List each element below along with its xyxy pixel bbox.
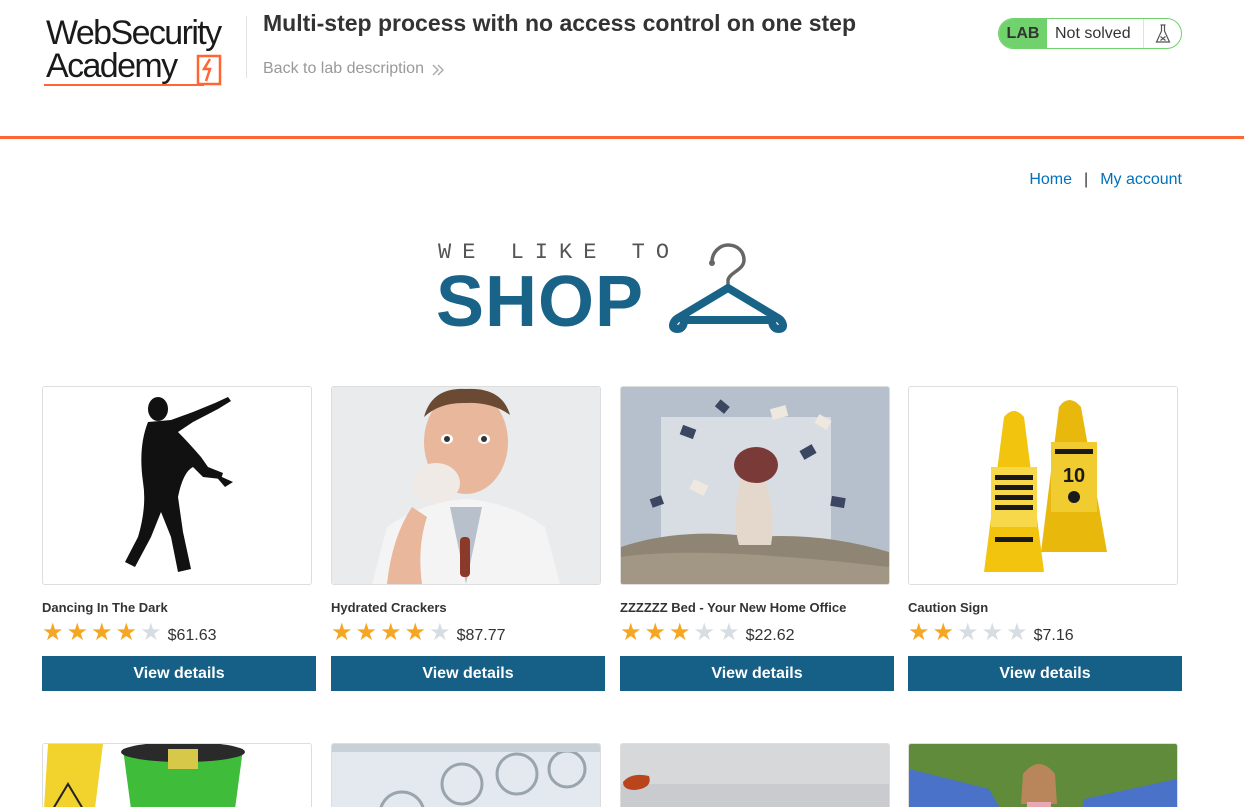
- svg-text:10: 10: [1063, 465, 1085, 487]
- flask-icon: [1143, 19, 1181, 48]
- product-rating-row: ★ ★ ★ ★ ★ $22.62: [620, 620, 894, 646]
- star-icon: ★: [91, 619, 113, 646]
- star-icon: ★: [669, 619, 691, 646]
- logo-underline: [44, 84, 204, 86]
- lab-header: WebSecurity Academy Multi-step process w…: [0, 0, 1244, 139]
- star-rating: ★ ★ ★ ★ ★: [908, 621, 1028, 645]
- product-name: Hydrated Crackers: [331, 600, 447, 615]
- product-name: ZZZZZZ Bed - Your New Home Office: [620, 600, 847, 615]
- product-name: Caution Sign: [908, 600, 989, 615]
- lab-badge: LAB: [999, 19, 1047, 48]
- product-rating-row: ★ ★ ★ ★ ★ $61.63: [42, 620, 316, 646]
- product-card: Dancing In The Dark ★ ★ ★ ★ ★ $61.63 Vie…: [42, 386, 316, 691]
- lab-status-widget: LAB Not solved: [998, 18, 1182, 49]
- star-icon: ★: [932, 619, 955, 646]
- star-icon: ★: [42, 619, 64, 646]
- star-empty-icon: ★: [718, 619, 740, 646]
- top-nav: Home | My account: [1029, 171, 1182, 189]
- star-empty-icon: ★: [429, 619, 451, 646]
- star-icon: ★: [644, 619, 667, 646]
- nav-separator: |: [1084, 171, 1089, 188]
- star-icon: ★: [331, 619, 353, 646]
- product-card: [42, 743, 316, 807]
- product-image-man-eating[interactable]: [331, 386, 601, 585]
- back-to-lab-description-link[interactable]: Back to lab description: [263, 60, 444, 78]
- star-icon: ★: [355, 619, 378, 646]
- back-link-label: Back to lab description: [263, 60, 424, 77]
- product-card: 10 Caution Sign ★ ★ ★ ★ ★ $7.16 View det…: [908, 386, 1182, 691]
- product-image-girl-on-grass[interactable]: [908, 743, 1178, 807]
- product-price: $7.16: [1033, 627, 1074, 644]
- web-security-academy-logo[interactable]: WebSecurity Academy: [44, 14, 244, 90]
- star-empty-icon: ★: [693, 619, 716, 646]
- product-image-grey-surface[interactable]: [620, 743, 890, 807]
- lab-status-text: Not solved: [1055, 24, 1131, 42]
- header-divider: [246, 16, 247, 78]
- product-card: Hydrated Crackers ★ ★ ★ ★ ★ $87.77 View …: [331, 386, 605, 691]
- view-details-button[interactable]: View details: [42, 656, 316, 691]
- shop-banner: WE LIKE TO SHOP: [436, 240, 796, 340]
- product-card: ZZZZZZ Bed - Your New Home Office ★ ★ ★ …: [620, 386, 894, 691]
- star-rating: ★ ★ ★ ★ ★: [331, 621, 451, 645]
- view-details-button[interactable]: View details: [908, 656, 1182, 691]
- star-rating: ★ ★ ★ ★ ★: [620, 621, 740, 645]
- lab-title: Multi-step process with no access contro…: [263, 10, 856, 36]
- star-icon: ★: [404, 619, 427, 646]
- product-price: $22.62: [745, 627, 795, 644]
- nav-my-account-link[interactable]: My account: [1100, 171, 1182, 189]
- logo-text-line2: Academy: [46, 47, 178, 85]
- star-empty-icon: ★: [981, 619, 1004, 646]
- view-details-button[interactable]: View details: [331, 656, 605, 691]
- star-icon: ★: [66, 619, 89, 646]
- product-image-laundromat[interactable]: [331, 743, 601, 807]
- product-image-caution-signs[interactable]: 10: [908, 386, 1178, 585]
- logo-bolt-icon: [196, 54, 222, 86]
- view-details-button[interactable]: View details: [620, 656, 894, 691]
- star-icon: ★: [908, 619, 930, 646]
- chevron-double-right-icon: [432, 64, 444, 75]
- star-icon: ★: [115, 619, 138, 646]
- star-empty-icon: ★: [140, 619, 162, 646]
- product-card: [908, 743, 1182, 807]
- logo-text-line1: WebSecurity: [46, 14, 222, 52]
- product-image-bed-with-books[interactable]: [620, 386, 890, 585]
- product-card: [331, 743, 605, 807]
- product-price: $87.77: [456, 627, 506, 644]
- product-rating-row: ★ ★ ★ ★ ★ $7.16: [908, 620, 1182, 646]
- star-empty-icon: ★: [1006, 619, 1028, 646]
- coat-hanger-icon: [669, 243, 787, 333]
- star-icon: ★: [620, 619, 642, 646]
- banner-shop-word: SHOP: [436, 262, 645, 342]
- product-rating-row: ★ ★ ★ ★ ★ $87.77: [331, 620, 605, 646]
- product-image-dancing-silhouette[interactable]: [42, 386, 312, 585]
- product-price: $61.63: [167, 627, 217, 644]
- star-icon: ★: [380, 619, 402, 646]
- product-card: [620, 743, 894, 807]
- star-empty-icon: ★: [957, 619, 979, 646]
- star-rating: ★ ★ ★ ★ ★: [42, 621, 162, 645]
- product-name: Dancing In The Dark: [42, 600, 168, 615]
- nav-home-link[interactable]: Home: [1029, 171, 1072, 189]
- product-image-green-bucket[interactable]: [42, 743, 312, 807]
